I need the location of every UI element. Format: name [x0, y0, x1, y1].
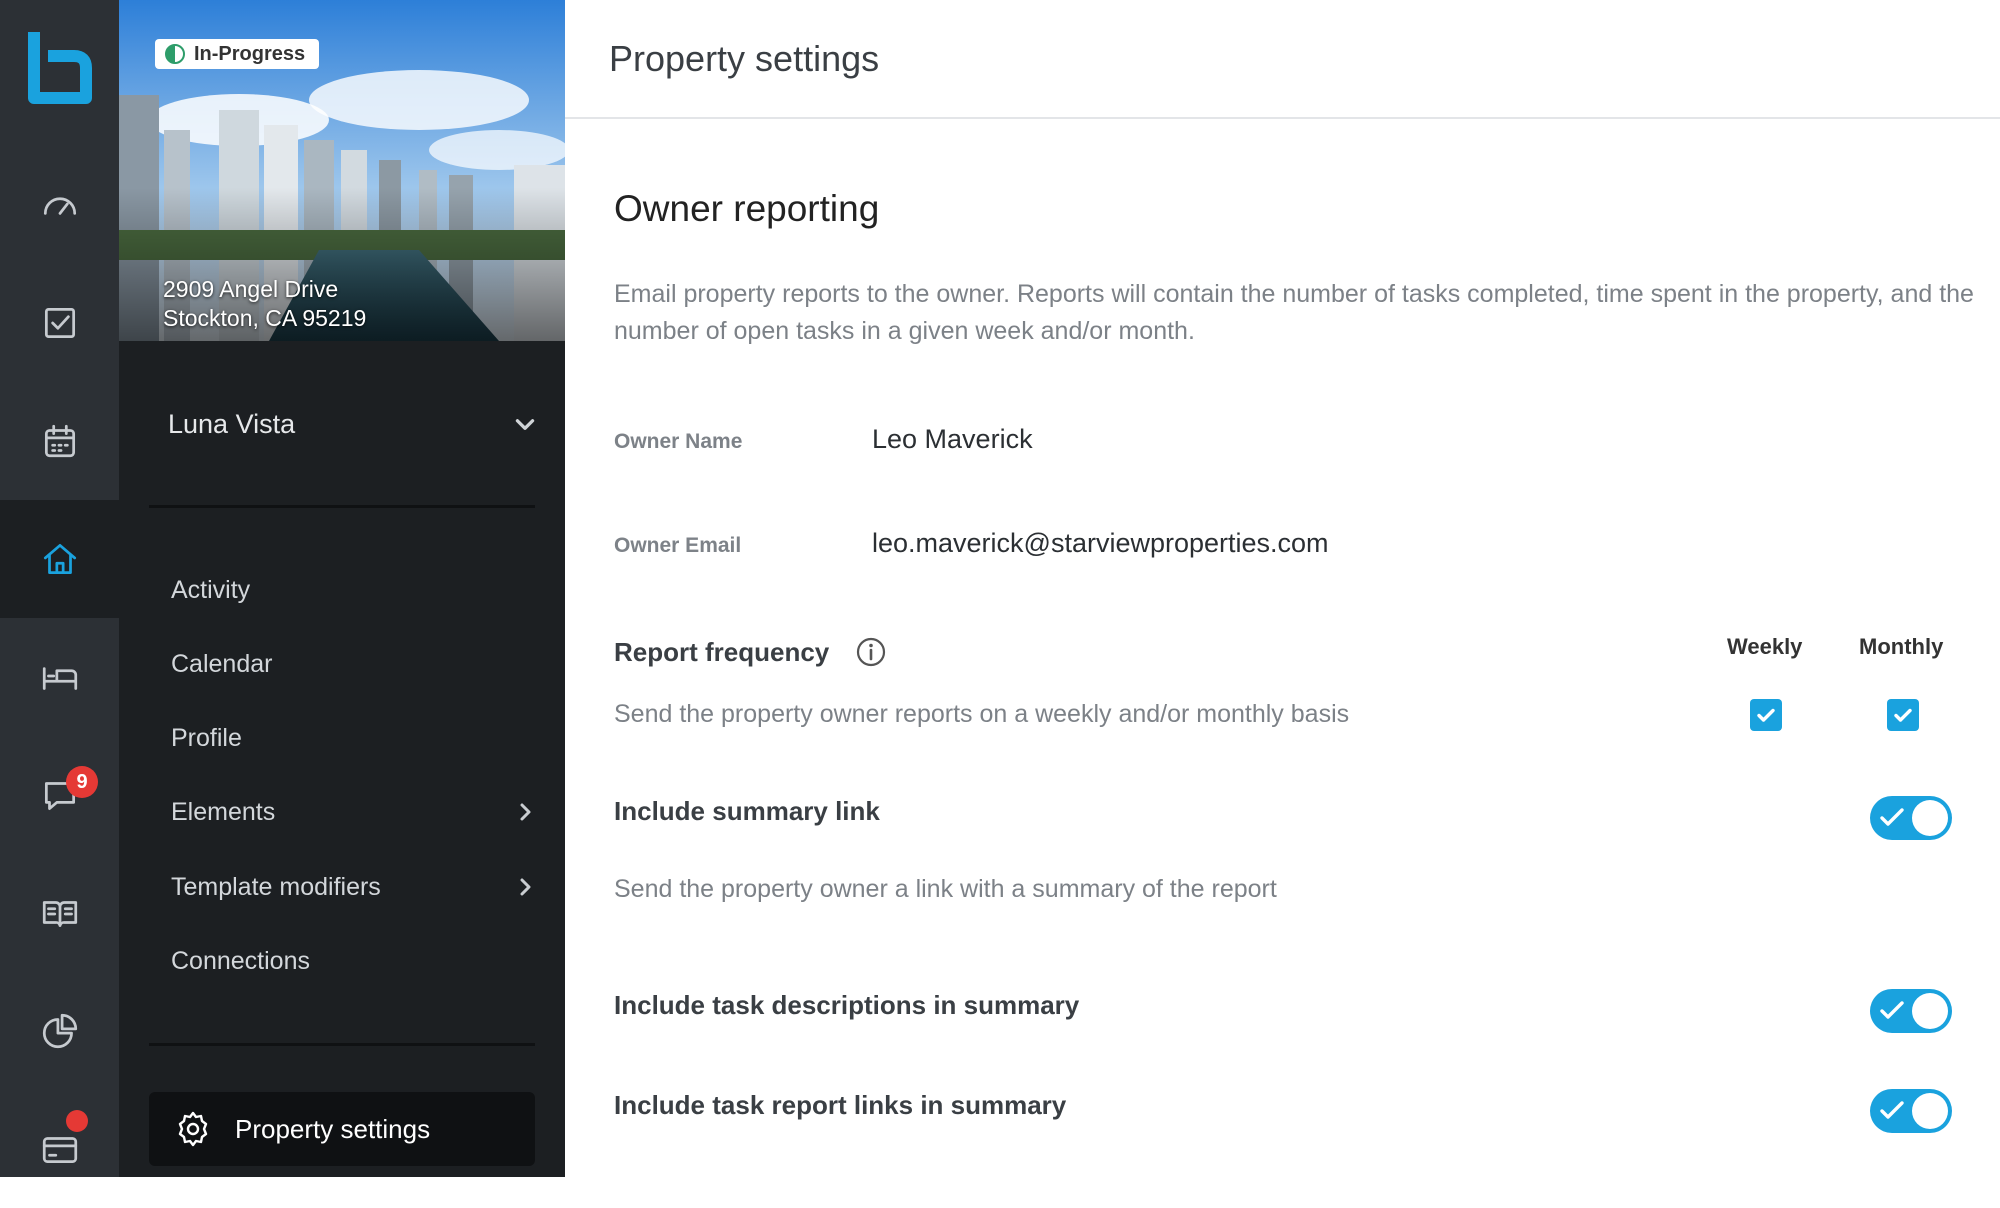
section-description: Email property reports to the owner. Rep… [614, 280, 1974, 345]
chevron-right-icon [520, 803, 531, 821]
nav-item-template-modifiers[interactable]: Template modifiers [171, 859, 537, 915]
owner-email-field[interactable]: leo.maverick@starviewproperties.com [872, 528, 1329, 559]
page-header: Property settings [565, 0, 2000, 119]
owner-name-field[interactable]: Leo Maverick [872, 424, 1033, 455]
checkmark-icon [1880, 1101, 1904, 1119]
toggle-knob [1912, 800, 1948, 836]
toggle-knob [1912, 1093, 1948, 1129]
summary-link-title: Include summary link [614, 796, 880, 826]
message-count-badge: 9 [66, 766, 98, 798]
summary-link-description: Send the property owner a link with a su… [614, 875, 1277, 903]
checkmark-icon [1894, 708, 1912, 722]
address-line-1: 2909 Angel Drive [163, 276, 339, 302]
gear-icon [178, 1111, 208, 1147]
weekly-checkbox[interactable] [1750, 699, 1782, 731]
task-report-links-toggle[interactable] [1870, 1089, 1952, 1133]
chevron-right-icon [520, 878, 531, 896]
settings-panel: Property settings Owner reporting Email … [565, 0, 2000, 1177]
checkmark-icon [1757, 708, 1775, 722]
home-icon[interactable] [0, 500, 119, 618]
info-icon[interactable] [855, 636, 887, 668]
property-settings-button[interactable]: Property settings [149, 1092, 535, 1166]
calendar-icon[interactable] [0, 382, 119, 500]
nav-item-calendar[interactable]: Calendar [171, 636, 537, 692]
nav-item-elements[interactable]: Elements [171, 784, 537, 840]
weekly-column-header: Weekly [1727, 634, 1803, 659]
bed-icon[interactable] [0, 618, 119, 736]
address-line-2: Stockton, CA 95219 [163, 305, 367, 331]
owner-name-label: Owner Name [614, 430, 743, 453]
task-report-links-title: Include task report links in summary [614, 1090, 1067, 1120]
nav-item-activity[interactable]: Activity [171, 562, 537, 618]
divider [149, 505, 535, 508]
chat-icon[interactable]: 9 [0, 736, 119, 854]
owner-email-label: Owner Email [614, 534, 742, 557]
summary-link-toggle[interactable] [1870, 796, 1952, 840]
task-descriptions-toggle[interactable] [1870, 989, 1952, 1033]
property-sidebar: In-Progress 2909 Angel Drive Stockton, C… [119, 0, 565, 1177]
chevron-down-icon [515, 419, 535, 430]
task-descriptions-title: Include task descriptions in summary [614, 990, 1080, 1020]
checkmark-icon [1880, 808, 1904, 826]
status-badge: In-Progress [155, 39, 320, 69]
speedometer-icon[interactable] [0, 146, 119, 264]
toggle-knob [1912, 993, 1948, 1029]
notification-dot [66, 1110, 88, 1132]
half-circle-icon [165, 44, 185, 64]
page-title: Property settings [609, 38, 880, 79]
checkmark-icon [1880, 1001, 1904, 1019]
property-photo: In-Progress 2909 Angel Drive Stockton, C… [119, 0, 565, 341]
section-title: Owner reporting [614, 188, 880, 229]
divider [149, 1043, 535, 1046]
monthly-checkbox[interactable] [1887, 699, 1919, 731]
report-frequency-title: Report frequency [614, 637, 830, 667]
nav-item-connections[interactable]: Connections [171, 933, 537, 989]
nav-item-profile[interactable]: Profile [171, 710, 537, 766]
property-name: Luna Vista [168, 408, 296, 439]
card-icon[interactable] [0, 1090, 119, 1208]
report-frequency-description: Send the property owner reports on a wee… [614, 700, 1350, 728]
property-selector[interactable]: Luna Vista [168, 395, 538, 453]
book-icon[interactable] [0, 854, 119, 972]
monthly-column-header: Monthly [1859, 634, 1944, 659]
b-logo-icon[interactable] [0, 0, 119, 140]
checkbox-icon[interactable] [0, 264, 119, 382]
icon-rail: 9 [0, 0, 119, 1177]
pie-chart-icon[interactable] [0, 972, 119, 1090]
